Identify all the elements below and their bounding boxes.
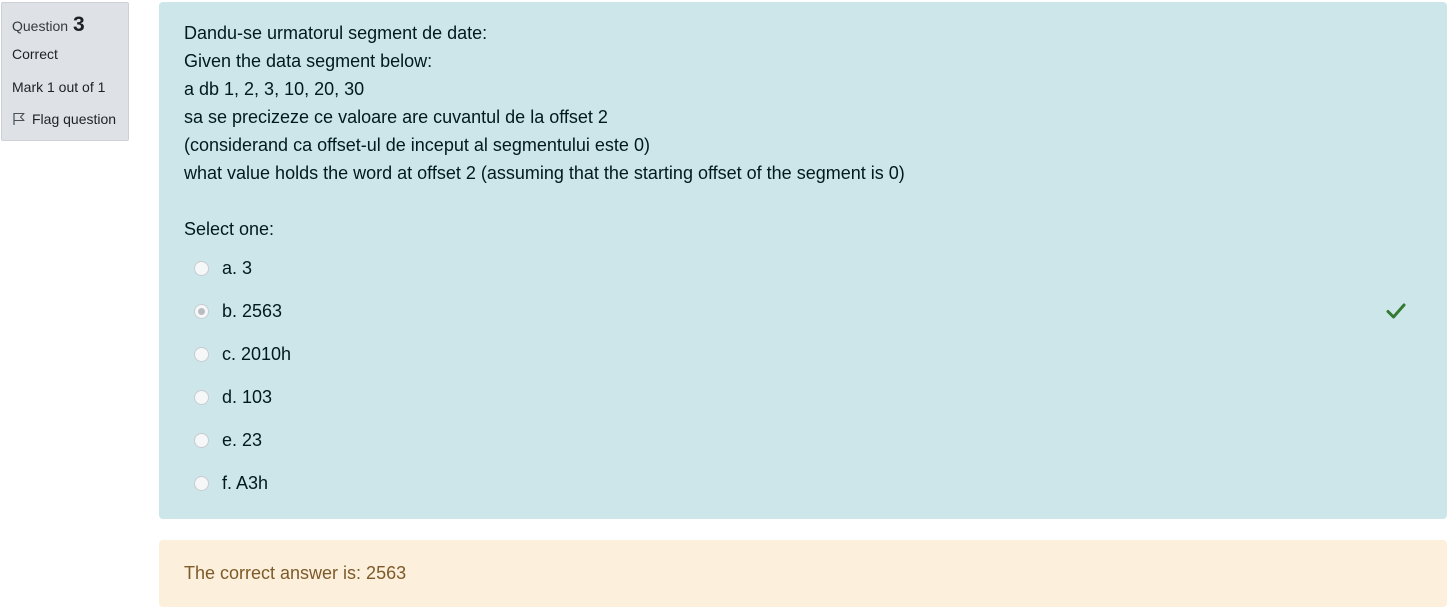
select-one-prompt: Select one:	[184, 219, 275, 239]
question-content: Dandu-se urmatorul segment de date: Give…	[159, 2, 1447, 519]
question-label: Question	[12, 18, 69, 34]
answer-option-d[interactable]: d. 103	[184, 376, 1422, 419]
question-info-panel: Question 3 Correct Mark 1 out of 1 Flag …	[1, 2, 129, 141]
answer-label: a. 3	[222, 258, 253, 278]
radio-button[interactable]	[194, 261, 209, 276]
question-grade: Mark 1 out of 1	[12, 79, 106, 95]
correct-answer-text: The correct answer is: 2563	[184, 563, 407, 583]
answer-option-a[interactable]: a. 3	[184, 247, 1422, 290]
answer-option-c[interactable]: c. 2010h	[184, 333, 1422, 376]
answer-feedback: The correct answer is: 2563	[159, 540, 1447, 607]
answer-option-b[interactable]: b. 2563	[184, 290, 1422, 333]
answer-option-e[interactable]: e. 23	[184, 419, 1422, 462]
flag-question-button[interactable]: Flag question	[12, 108, 128, 130]
question-number-value: 3	[73, 13, 85, 36]
question-line: sa se precizeze ce valoare are cuvantul …	[184, 107, 608, 127]
question-text: Dandu-se urmatorul segment de date: Give…	[184, 19, 1422, 187]
answer-label: c. 2010h	[222, 344, 292, 364]
radio-button-selected[interactable]	[194, 304, 209, 319]
answer-option-f[interactable]: f. A3h	[184, 462, 1422, 505]
question-number: Question 3	[12, 13, 128, 39]
question-state: Correct	[12, 46, 58, 62]
answer-label: d. 103	[222, 387, 273, 407]
answer-label: e. 23	[222, 430, 263, 450]
radio-button[interactable]	[194, 476, 209, 491]
answer-label: f. A3h	[222, 473, 269, 493]
answer-list: a. 3 b. 2563 c. 2010h d. 103 e. 23 f. A3…	[184, 247, 1422, 505]
question-line: Dandu-se urmatorul segment de date:	[184, 23, 488, 43]
radio-button[interactable]	[194, 347, 209, 362]
flag-icon	[13, 112, 25, 125]
answer-label: b. 2563	[222, 301, 283, 321]
question-line: Given the data segment below:	[184, 51, 433, 71]
flag-question-label: Flag question	[32, 111, 117, 127]
radio-button[interactable]	[194, 433, 209, 448]
check-icon	[1386, 303, 1406, 319]
question-line: a db 1, 2, 3, 10, 20, 30	[184, 79, 365, 99]
question-line: what value holds the word at offset 2 (a…	[184, 163, 905, 183]
question-line: (considerand ca offset-ul de inceput al …	[184, 135, 650, 155]
radio-button[interactable]	[194, 390, 209, 405]
